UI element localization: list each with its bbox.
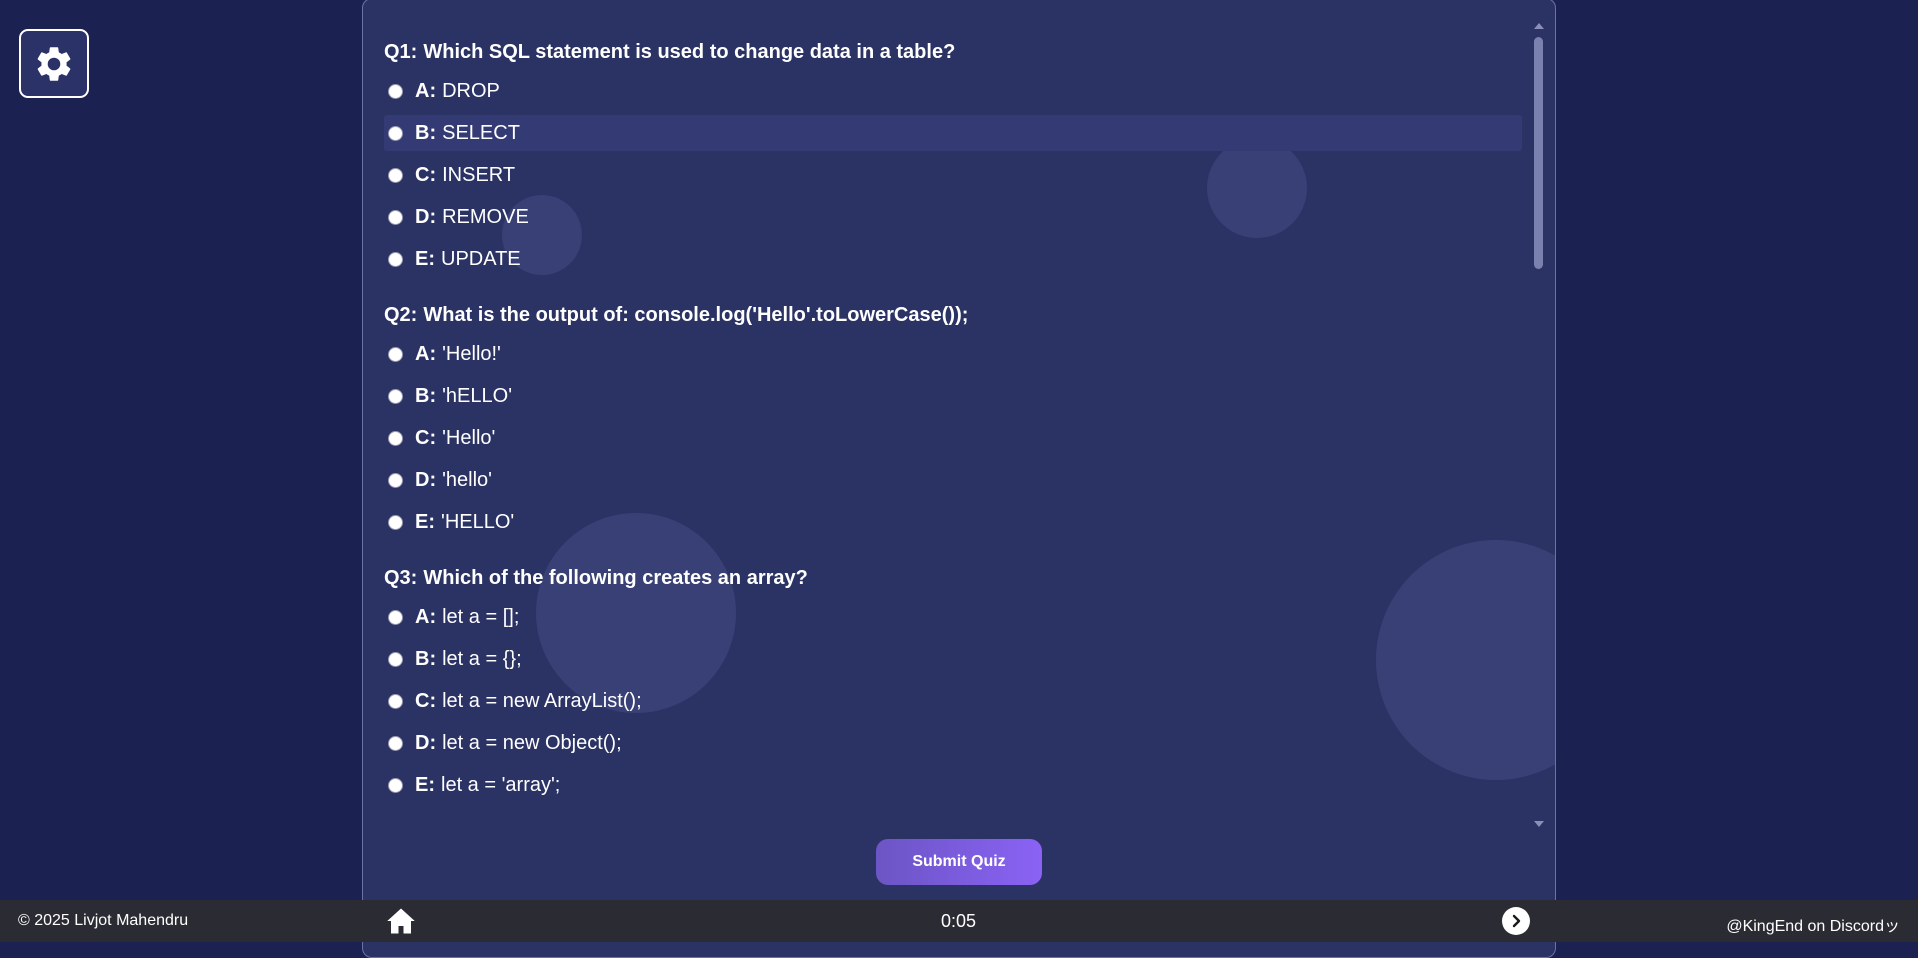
option-letter: E: <box>415 247 435 270</box>
option-text: 'hELLO' <box>442 384 513 407</box>
option-letter: E: <box>415 510 435 533</box>
option-letter: D: <box>415 731 437 754</box>
radio-button[interactable] <box>388 472 403 488</box>
option-text: 'Hello!' <box>442 342 501 365</box>
question-title: Q2: What is the output of: console.log('H… <box>384 300 1555 330</box>
question-3: Q3: Which of the following creates an arr… <box>384 563 1555 803</box>
question-number: Q1: <box>384 41 418 63</box>
option-q3-e[interactable]: E: let a = 'array'; <box>384 767 1522 803</box>
quiz-timer: 0:05 <box>941 911 977 931</box>
quiz-scroll-area[interactable]: Q1: Which SQL statement is used to change… <box>363 0 1555 821</box>
submit-quiz-button[interactable]: Submit Quiz <box>876 839 1042 885</box>
option-text: let a = new ArrayList(); <box>442 689 642 712</box>
footer: © 2025 Livjot Mahendru 0:05 @KingEnd on … <box>0 900 1918 942</box>
radio-button[interactable] <box>388 430 403 446</box>
radio-button[interactable] <box>388 514 403 530</box>
question-text: Which of the following creates an array? <box>423 567 808 589</box>
option-letter: A: <box>415 79 437 102</box>
radio-button[interactable] <box>388 609 403 625</box>
option-text: INSERT <box>442 163 516 186</box>
radio-button[interactable] <box>388 735 403 751</box>
option-letter: D: <box>415 205 437 228</box>
radio-button[interactable] <box>388 83 403 99</box>
chevron-right-icon <box>1512 914 1521 928</box>
option-q3-c[interactable]: C: let a = new ArrayList(); <box>384 683 1522 719</box>
option-letter: C: <box>415 426 437 449</box>
quiz-panel: Q1: Which SQL statement is used to change… <box>362 0 1556 958</box>
option-text: let a = 'array'; <box>441 773 561 796</box>
question-2: Q2: What is the output of: console.log('H… <box>384 300 1555 540</box>
question-title: Q1: Which SQL statement is used to change… <box>384 37 1555 67</box>
radio-button[interactable] <box>388 346 403 362</box>
radio-button[interactable] <box>388 777 403 793</box>
option-text: let a = new Object(); <box>442 731 622 754</box>
option-q3-d[interactable]: D: let a = new Object(); <box>384 725 1522 761</box>
radio-button[interactable] <box>388 251 403 267</box>
option-letter: C: <box>415 689 437 712</box>
option-q1-e[interactable]: E: UPDATE <box>384 241 1522 277</box>
option-text: SELECT <box>442 121 520 144</box>
radio-button[interactable] <box>388 388 403 404</box>
next-button[interactable] <box>1502 907 1530 935</box>
option-letter: C: <box>415 163 437 186</box>
option-text: 'Hello' <box>442 426 496 449</box>
option-letter: B: <box>415 121 437 144</box>
footer-discord: @KingEnd on Discordッ <box>1726 918 1900 935</box>
scroll-up-arrow-icon[interactable] <box>1534 23 1544 29</box>
option-text: UPDATE <box>441 247 521 270</box>
footer-copyright: © 2025 Livjot Mahendru <box>18 912 189 929</box>
option-letter: E: <box>415 773 435 796</box>
option-q1-c[interactable]: C: INSERT <box>384 157 1522 193</box>
option-q3-b[interactable]: B: let a = {}; <box>384 641 1522 677</box>
option-q1-d[interactable]: D: REMOVE <box>384 199 1522 235</box>
question-1: Q1: Which SQL statement is used to change… <box>384 37 1555 277</box>
radio-button[interactable] <box>388 167 403 183</box>
question-text: Which SQL statement is used to change da… <box>423 41 956 63</box>
option-letter: A: <box>415 342 437 365</box>
option-text: DROP <box>442 79 500 102</box>
radio-button[interactable] <box>388 125 403 141</box>
option-q1-a[interactable]: A: DROP <box>384 73 1522 109</box>
option-text: 'HELLO' <box>441 510 515 533</box>
home-button[interactable] <box>386 907 416 940</box>
option-q2-a[interactable]: A: 'Hello!' <box>384 336 1522 372</box>
option-q1-b[interactable]: B: SELECT <box>384 115 1522 151</box>
option-letter: D: <box>415 468 437 491</box>
option-q2-c[interactable]: C: 'Hello' <box>384 420 1522 456</box>
radio-button[interactable] <box>388 693 403 709</box>
option-q2-d[interactable]: D:'hello' <box>384 462 1522 498</box>
question-text: What is the output of: console.log('Hell… <box>423 304 969 326</box>
option-text: let a = {}; <box>442 647 522 670</box>
option-letter: A: <box>415 605 437 628</box>
option-q3-a[interactable]: A: let a = []; <box>384 599 1522 635</box>
option-text: REMOVE <box>442 205 529 228</box>
home-icon <box>387 908 415 934</box>
option-text: let a = []; <box>442 605 520 628</box>
option-q2-e[interactable]: E: 'HELLO' <box>384 504 1522 540</box>
settings-button[interactable] <box>19 29 89 98</box>
gear-icon <box>37 46 71 81</box>
question-number: Q2: <box>384 304 418 326</box>
option-letter: B: <box>415 647 437 670</box>
scrollbar[interactable] <box>1531 17 1547 827</box>
question-number: Q3: <box>384 567 418 589</box>
scrollbar-thumb[interactable] <box>1534 37 1543 269</box>
option-text: 'hello' <box>442 468 493 491</box>
radio-button[interactable] <box>388 651 403 667</box>
radio-button[interactable] <box>388 209 403 225</box>
option-letter: B: <box>415 384 437 407</box>
scroll-down-arrow-icon[interactable] <box>1534 821 1544 827</box>
option-q2-b[interactable]: B:'hELLO' <box>384 378 1522 414</box>
question-title: Q3: Which of the following creates an arr… <box>384 563 1555 593</box>
